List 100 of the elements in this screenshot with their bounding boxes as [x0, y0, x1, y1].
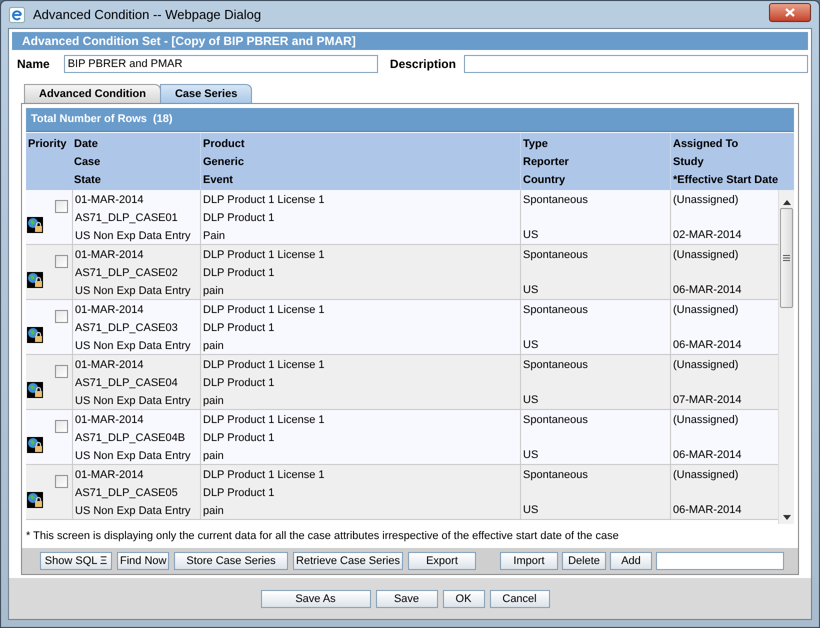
table-cell-text: AS71_DLP_CASE03 [75, 321, 179, 336]
table-cell-text: 06-MAR-2014 [673, 503, 742, 518]
footnote-text: * This screen is displaying only the current data for all the case attributes irrespective of the effective start date of the case [26, 528, 619, 544]
window-title: Advanced Condition -- Webpage Dialog [33, 6, 262, 24]
table-cell-text: (Unassigned) [673, 303, 740, 318]
column-header[interactable]: Generic [203, 154, 520, 172]
table-cell-text: 01-MAR-2014 [75, 303, 144, 318]
table-cell-text: Spontaneous [523, 413, 589, 428]
toolbar-button[interactable]: Find Now [117, 552, 169, 570]
table-cell-text: 07-MAR-2014 [673, 393, 742, 408]
table-cell-text: (Unassigned) [673, 193, 740, 208]
column-header[interactable]: Priority [28, 136, 72, 155]
column-header[interactable]: Assigned To [673, 136, 794, 154]
table-cell-text: 01-MAR-2014 [75, 358, 144, 373]
dialog-button[interactable]: OK [442, 590, 484, 608]
table-cell-text: AS71_DLP_CASE04B [75, 431, 186, 446]
toolbar-button[interactable]: Add [610, 552, 652, 570]
table-cell-text: (Unassigned) [673, 248, 740, 263]
close-button[interactable] [769, 3, 811, 22]
column-header[interactable]: State [74, 172, 200, 190]
table-cell-text: DLP Product 1 License 1 [203, 248, 326, 263]
table-cell-text: Spontaneous [523, 358, 589, 373]
column-header[interactable]: Product [203, 136, 520, 154]
column-header[interactable]: Country [523, 172, 670, 190]
add-input-field[interactable] [656, 552, 784, 570]
table-cell-text: DLP Product 1 [203, 211, 276, 226]
toolbar-button[interactable]: Store Case Series [174, 552, 288, 570]
column-header[interactable]: *Effective Start Date [673, 172, 794, 190]
table-cell-text: AS71_DLP_CASE05 [75, 486, 179, 501]
table-cell-text: pain [203, 339, 225, 354]
table-cell-text: Spontaneous [523, 248, 589, 263]
name-field[interactable]: BIP PBRER and PMAR [64, 55, 378, 73]
table-cell-text: US Non Exp Data Entry [75, 449, 192, 464]
table-cell-text: 06-MAR-2014 [673, 448, 742, 463]
table-cell-text: DLP Product 1 License 1 [203, 193, 326, 208]
toolbar-button[interactable]: Export [408, 552, 476, 570]
close-icon [785, 8, 795, 17]
table-cell-text: AS71_DLP_CASE04 [75, 376, 179, 391]
table-cell-text: 06-MAR-2014 [673, 338, 742, 353]
table-cell-text: 01-MAR-2014 [75, 248, 144, 263]
scroll-up-icon [782, 200, 790, 205]
table-cell-text: 01-MAR-2014 [75, 193, 144, 208]
table-cell-text: US Non Exp Data Entry [75, 284, 192, 299]
toolbar-button[interactable]: Show SQL Ξ [40, 552, 112, 570]
checkbox[interactable] [55, 365, 68, 378]
column-header[interactable]: Reporter [523, 154, 670, 172]
table-cell-text: Spontaneous [523, 193, 589, 208]
table-cell-text: US [523, 393, 540, 408]
table-cell-text: Spontaneous [523, 468, 589, 483]
table-cell-text: US Non Exp Data Entry [75, 339, 192, 354]
tab[interactable]: Case Series [160, 84, 252, 103]
column-header[interactable]: Event [203, 172, 520, 190]
table-cell-text: 02-MAR-2014 [673, 228, 742, 243]
table-cell-text: DLP Product 1 [203, 431, 276, 446]
scroll-down-icon [782, 515, 790, 520]
table-cell-text: DLP Product 1 [203, 266, 276, 281]
checkbox[interactable] [55, 310, 68, 323]
dialog-button[interactable]: Cancel [490, 590, 550, 608]
table-cell-text: (Unassigned) [673, 468, 740, 483]
description-field[interactable] [464, 55, 808, 73]
toolbar-button[interactable]: Import [500, 552, 558, 570]
toolbar-button[interactable]: Retrieve Case Series [293, 552, 403, 570]
checkbox[interactable] [55, 200, 68, 213]
table-cell-text: 01-MAR-2014 [75, 413, 144, 428]
table-cell-text: US [523, 338, 540, 353]
header-title: Advanced Condition Set - [Copy of BIP PBRER and PMAR] [22, 33, 356, 50]
grip-icon [783, 255, 790, 261]
browser-logo-icon [9, 6, 25, 22]
table-cell-text: DLP Product 1 License 1 [203, 303, 326, 318]
table-cell-text: US [523, 228, 540, 243]
description-label: Description [390, 56, 456, 73]
table-cell-text: US Non Exp Data Entry [75, 394, 192, 409]
dialog-button[interactable]: Save As [260, 590, 370, 608]
table-cell-text: Pain [203, 229, 226, 244]
tab[interactable]: Advanced Condition [24, 84, 161, 103]
column-header[interactable]: Case [74, 154, 200, 172]
checkbox[interactable] [55, 475, 68, 488]
column-header[interactable]: Type [523, 136, 670, 154]
table-cell-text: pain [203, 394, 225, 409]
checkbox[interactable] [55, 255, 68, 268]
dialog-button[interactable]: Save [376, 590, 438, 608]
table-cell-text: US [523, 283, 540, 298]
column-header[interactable]: Date [74, 136, 200, 154]
table-cell-text: (Unassigned) [673, 413, 740, 428]
column-header[interactable]: Study [673, 154, 794, 172]
table-cell-text: pain [203, 504, 225, 519]
table-cell-text: DLP Product 1 License 1 [203, 413, 326, 428]
table-cell-text: DLP Product 1 License 1 [203, 358, 326, 373]
table-cell-text: DLP Product 1 [203, 486, 276, 501]
table-cell-text: US Non Exp Data Entry [75, 504, 192, 519]
table-cell-text: (Unassigned) [673, 358, 740, 373]
table-cell-text: pain [203, 449, 225, 464]
toolbar-button[interactable]: Delete [562, 552, 606, 570]
scrollbar[interactable] [778, 190, 794, 524]
table-cell-text: AS71_DLP_CASE01 [75, 211, 179, 226]
table-cell-text: DLP Product 1 License 1 [203, 468, 326, 483]
table-cell-text: AS71_DLP_CASE02 [75, 266, 179, 281]
table-cell-text: US [523, 503, 540, 518]
table-cell-text: pain [203, 284, 225, 299]
checkbox[interactable] [55, 420, 68, 433]
